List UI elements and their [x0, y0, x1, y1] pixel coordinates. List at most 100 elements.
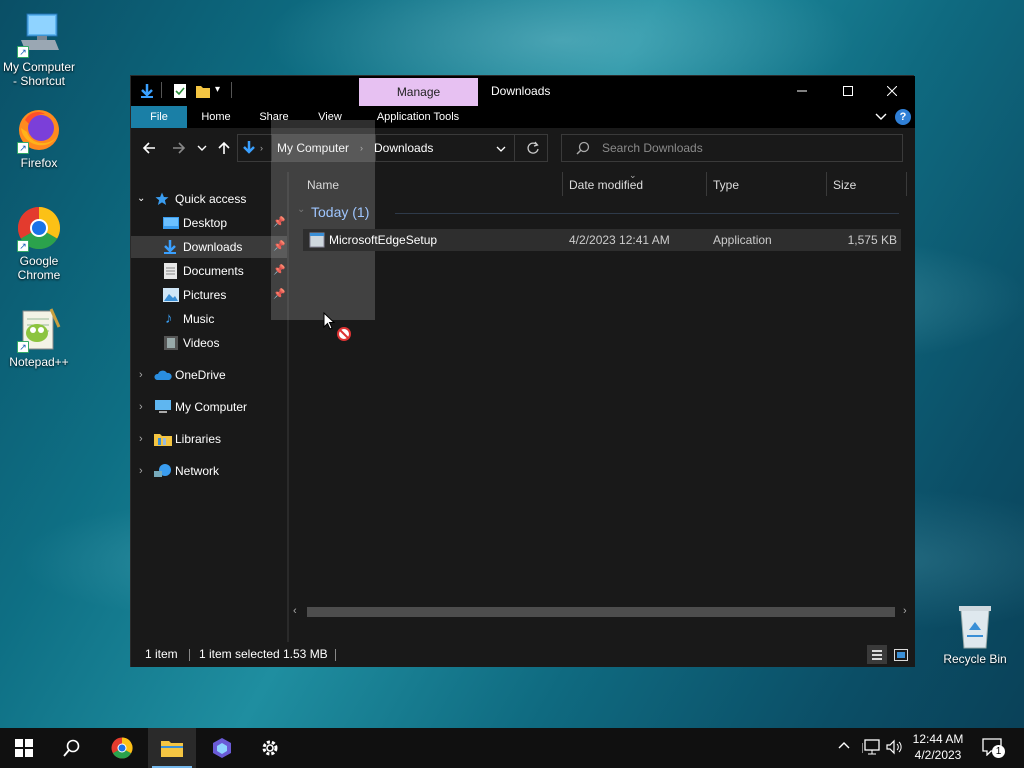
tab-file[interactable]: File — [131, 106, 187, 128]
nav-root-label: OneDrive — [175, 368, 226, 382]
computer-icon — [154, 400, 172, 414]
search-placeholder: Search Downloads — [602, 141, 703, 155]
desktop-icon-chrome[interactable]: ↗ Google Chrome — [1, 204, 77, 282]
file-name: MicrosoftEdgeSetup — [329, 233, 438, 247]
group-collapse-chevron-icon[interactable]: ⌄ — [297, 204, 305, 215]
refresh-icon[interactable] — [526, 141, 540, 155]
nav-item-downloads[interactable]: Downloads 📌 — [131, 236, 289, 258]
desktop-icon-my-computer[interactable]: ↗ My Computer - Shortcut — [1, 10, 77, 88]
nav-root-label: Libraries — [175, 432, 222, 446]
forward-arrow-icon[interactable] — [171, 140, 187, 156]
nav-item-pictures[interactable]: Pictures 📌 — [131, 284, 289, 306]
column-divider[interactable] — [906, 172, 907, 196]
firefox-icon: ↗ — [15, 106, 63, 154]
expanded-chevron-icon[interactable]: ⌄ — [137, 188, 145, 210]
address-dropdown-chevron-icon[interactable] — [496, 144, 506, 154]
file-row[interactable]: MicrosoftEdgeSetup 4/2/2023 12:41 AM App… — [303, 229, 901, 251]
details-view-button[interactable] — [867, 645, 887, 664]
column-header-size[interactable]: Size — [833, 178, 856, 192]
large-icons-view-button[interactable] — [891, 645, 911, 664]
title-bar: ▾ Manage Downloads — [131, 76, 915, 106]
recent-locations-chevron-icon[interactable] — [197, 143, 207, 153]
scroll-right-icon[interactable]: › — [903, 605, 907, 617]
music-folder-icon: ♪ — [165, 310, 173, 327]
properties-icon[interactable] — [173, 83, 187, 99]
tab-home[interactable]: Home — [193, 106, 239, 128]
minimize-button[interactable] — [779, 76, 825, 106]
status-selected: 1 item selected — [199, 647, 280, 661]
nav-my-computer[interactable]: › My Computer — [131, 396, 289, 418]
nav-onedrive[interactable]: › OneDrive — [131, 364, 289, 386]
nav-quick-access[interactable]: ⌄ Quick access — [131, 188, 289, 210]
breadcrumb-downloads[interactable]: Downloads — [374, 135, 433, 161]
taskbar-chrome[interactable] — [98, 728, 146, 768]
notification-count-badge: 1 — [992, 745, 1005, 758]
back-arrow-icon[interactable] — [141, 140, 157, 156]
customize-toolbar-icon[interactable]: ▾ — [215, 84, 220, 95]
file-type: Application — [713, 233, 772, 247]
up-arrow-icon[interactable] — [216, 140, 232, 156]
manage-contextual-tab[interactable]: Manage — [359, 78, 478, 106]
nav-item-music[interactable]: ♪ Music — [131, 308, 289, 330]
close-button[interactable] — [869, 76, 915, 106]
column-header-row: Name ⌄ Date modified Type Size — [289, 170, 915, 196]
desktop-icon-recycle-bin[interactable]: Recycle Bin — [937, 602, 1013, 666]
tab-application-tools[interactable]: Application Tools — [363, 106, 473, 128]
nav-quick-access-label: Quick access — [175, 192, 247, 206]
taskbar-file-explorer[interactable] — [148, 728, 196, 768]
column-divider[interactable] — [562, 172, 563, 196]
help-icon[interactable]: ? — [895, 109, 911, 125]
column-divider[interactable] — [826, 172, 827, 196]
desktop-icon-label: Firefox — [20, 156, 58, 170]
downloads-folder-icon — [163, 239, 177, 255]
nav-root-label: Network — [175, 464, 220, 478]
nav-libraries[interactable]: › Libraries — [131, 428, 289, 450]
nav-item-label: Downloads — [183, 240, 243, 254]
start-button[interactable] — [0, 728, 48, 768]
column-header-type[interactable]: Type — [713, 178, 739, 192]
volume-icon[interactable] — [886, 739, 902, 755]
desktop-icon-notepadpp[interactable]: ↗ Notepad++ — [1, 305, 77, 369]
action-center-button[interactable]: 1 — [982, 738, 1005, 758]
clock-date: 4/2/2023 — [914, 748, 962, 762]
clock[interactable]: 12:44 AM 4/2/2023 — [906, 731, 970, 763]
group-rule — [395, 213, 899, 214]
nav-item-desktop[interactable]: Desktop 📌 — [131, 212, 289, 234]
expand-ribbon-chevron-icon[interactable] — [875, 110, 887, 122]
search-button[interactable] — [48, 728, 96, 768]
horizontal-scrollbar[interactable]: ‹ › — [289, 604, 915, 620]
scrollbar-thumb[interactable] — [307, 607, 895, 617]
column-header-date[interactable]: Date modified — [569, 178, 643, 192]
column-divider[interactable] — [706, 172, 707, 196]
file-explorer-window: ▾ Manage Downloads File Home Share View … — [130, 75, 915, 667]
minimize-icon — [797, 90, 807, 92]
application-file-icon — [309, 232, 325, 248]
collapsed-chevron-icon[interactable]: › — [139, 428, 143, 450]
breadcrumb-separator-icon: › — [260, 143, 263, 153]
taskbar-settings[interactable] — [246, 728, 294, 768]
collapsed-chevron-icon[interactable]: › — [139, 364, 143, 386]
nav-item-videos[interactable]: Videos — [131, 332, 289, 354]
collapsed-chevron-icon[interactable]: › — [139, 396, 143, 418]
no-drop-icon — [337, 327, 351, 341]
scroll-left-icon[interactable]: ‹ — [293, 605, 297, 617]
shortcut-arrow-icon: ↗ — [17, 341, 29, 353]
show-hidden-icons-chevron-icon[interactable] — [838, 740, 850, 750]
maximize-button[interactable] — [825, 76, 871, 106]
collapsed-chevron-icon[interactable]: › — [139, 460, 143, 482]
nav-network[interactable]: › Network — [131, 460, 289, 482]
quick-access-download-icon[interactable] — [139, 83, 155, 99]
new-folder-icon[interactable] — [195, 83, 211, 99]
file-date: 4/2/2023 12:41 AM — [569, 233, 670, 247]
taskbar-app[interactable] — [198, 728, 246, 768]
file-explorer-icon — [161, 741, 183, 757]
desktop-icon-firefox[interactable]: ↗ Firefox — [1, 106, 77, 170]
navigation-bar: › My Computer › Downloads Search Downloa… — [131, 128, 915, 172]
search-box[interactable]: Search Downloads — [561, 134, 903, 162]
network-status-icon[interactable] — [862, 739, 880, 755]
nav-item-documents[interactable]: Documents 📌 — [131, 260, 289, 282]
group-header[interactable]: ⌄ Today (1) — [295, 202, 899, 224]
desktop-icon-label: Google Chrome — [17, 254, 61, 282]
file-list: Name ⌄ Date modified Type Size ⌄ Today (… — [271, 120, 915, 642]
desktop-folder-icon — [163, 216, 179, 230]
